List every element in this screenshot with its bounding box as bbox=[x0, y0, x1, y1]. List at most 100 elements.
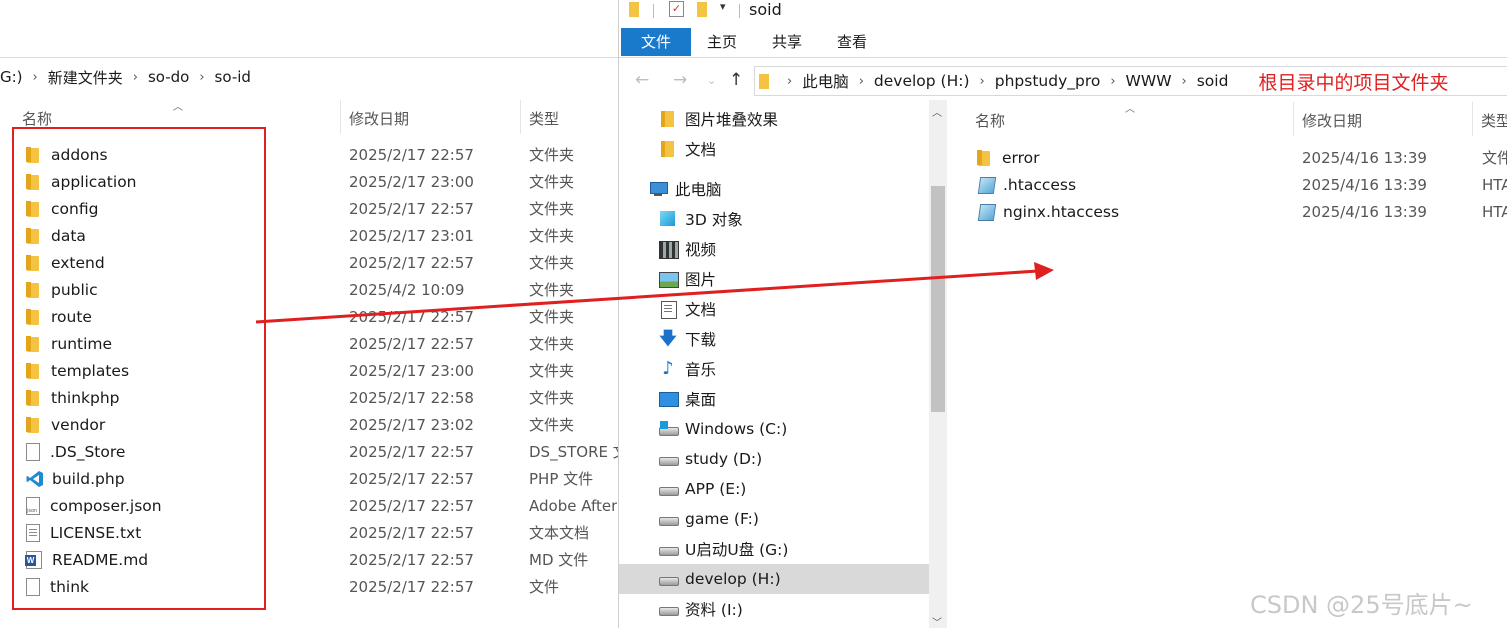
column-date-header[interactable]: 修改日期 bbox=[1302, 110, 1362, 131]
music-icon: ♪ bbox=[662, 358, 674, 379]
file-type: 文件夹 bbox=[529, 281, 575, 299]
folder-icon bbox=[659, 141, 677, 157]
breadcrumb-segment[interactable]: WWW bbox=[1126, 72, 1172, 90]
nav-item[interactable]: 资料 (I:) bbox=[619, 594, 929, 624]
file-type: 文件 bbox=[529, 578, 560, 596]
nav-item[interactable]: 🡇 下载 bbox=[619, 324, 929, 354]
breadcrumb-segment[interactable]: phpstudy_pro bbox=[995, 72, 1101, 90]
file-date: 2025/2/17 22:57 bbox=[349, 550, 474, 569]
ribbon-tabs: 文件 主页 共享 查看 bbox=[619, 28, 1507, 58]
annotation-text: 根目录中的项目文件夹 bbox=[1258, 71, 1449, 94]
nav-item[interactable]: APP (E:) bbox=[619, 474, 929, 504]
column-divider[interactable] bbox=[340, 100, 341, 134]
nav-item[interactable]: 视频 bbox=[619, 234, 929, 264]
breadcrumb-segment[interactable]: develop (H:) bbox=[874, 72, 970, 90]
nav-scrollbar[interactable]: ︿ ﹀ bbox=[929, 100, 947, 628]
file-row[interactable]: .htaccess 2025/4/16 13:39 HTA bbox=[977, 171, 1507, 198]
nav-item[interactable]: develop (H:) bbox=[619, 564, 929, 594]
nav-item[interactable]: Windows (C:) bbox=[619, 414, 929, 444]
tab-share[interactable]: 共享 bbox=[764, 28, 810, 56]
nav-item[interactable]: study (D:) bbox=[619, 444, 929, 474]
nav-item-label: 视频 bbox=[685, 241, 717, 259]
nav-item-label: 文档 bbox=[685, 301, 717, 319]
column-divider[interactable] bbox=[1293, 102, 1294, 136]
file-name-cell: nginx.htaccess bbox=[977, 203, 1119, 221]
nav-item[interactable]: 此电脑 bbox=[619, 174, 929, 204]
file-type: 文件 bbox=[1482, 149, 1507, 167]
file-type: 文件夹 bbox=[529, 362, 575, 380]
file-type: 文件夹 bbox=[529, 173, 575, 191]
nav-item[interactable]: 图片 bbox=[619, 264, 929, 294]
tab-home[interactable]: 主页 bbox=[699, 28, 745, 56]
column-type-header[interactable]: 类型 bbox=[1481, 110, 1507, 131]
nav-item[interactable]: 文档 bbox=[619, 134, 929, 164]
file-type: 文件夹 bbox=[529, 200, 575, 218]
chevron-right-icon: › bbox=[132, 69, 138, 85]
scroll-up-icon[interactable]: ︿ bbox=[932, 104, 942, 119]
properties-icon[interactable]: ✓ bbox=[669, 1, 684, 17]
file-date: 2025/2/17 23:01 bbox=[349, 226, 474, 245]
back-arrow-icon[interactable]: ← bbox=[635, 70, 649, 90]
scroll-down-icon[interactable]: ﹀ bbox=[932, 614, 942, 628]
nav-item[interactable]: 3D 对象 bbox=[619, 204, 929, 234]
nav-item-label: 图片 bbox=[685, 271, 717, 289]
file-type: MD 文件 bbox=[529, 551, 589, 569]
file-type: HTA bbox=[1482, 175, 1507, 194]
column-name-header[interactable]: 名称 bbox=[975, 110, 1005, 131]
column-divider[interactable] bbox=[1472, 102, 1473, 136]
column-date-header[interactable]: 修改日期 bbox=[349, 108, 409, 129]
address-row: ← → ⌄ ↑ › 此电脑 › develop (H:) › phpstudy_… bbox=[619, 64, 1507, 98]
file-date: 2025/2/17 22:57 bbox=[349, 469, 474, 488]
nav-item-label: study (D:) bbox=[685, 450, 763, 468]
breadcrumb-segment[interactable]: soid bbox=[1197, 72, 1229, 90]
tab-view[interactable]: 查看 bbox=[829, 28, 875, 56]
drive-icon bbox=[659, 481, 679, 497]
column-divider[interactable] bbox=[520, 100, 521, 134]
right-breadcrumb[interactable]: › 此电脑 › develop (H:) › phpstudy_pro › WW… bbox=[754, 66, 1507, 96]
file-type: PHP 文件 bbox=[529, 470, 594, 488]
nav-item-label: 3D 对象 bbox=[685, 211, 743, 229]
file-type: 文件夹 bbox=[529, 389, 575, 407]
breadcrumb-segment[interactable]: G:) bbox=[0, 68, 23, 86]
breadcrumb-segment[interactable]: so-do bbox=[148, 68, 189, 86]
nav-item-label: 桌面 bbox=[685, 391, 717, 409]
nav-item[interactable]: game (F:) bbox=[619, 504, 929, 534]
breadcrumb-segment[interactable]: 此电脑 bbox=[802, 70, 849, 92]
nav-item[interactable]: 桌面 bbox=[619, 384, 929, 414]
recent-locations-icon[interactable]: ⌄ bbox=[707, 74, 716, 87]
right-explorer-window: ✓ ▾ soid 文件 主页 共享 查看 ← → ⌄ ↑ › 此电脑 › dev… bbox=[618, 0, 1507, 628]
left-breadcrumb[interactable]: G:) › 新建文件夹 › so-do › so-id bbox=[0, 62, 618, 92]
scroll-thumb[interactable] bbox=[931, 186, 945, 412]
nav-item-label: 图片堆叠效果 bbox=[685, 111, 779, 129]
nav-item[interactable]: 图片堆叠效果 bbox=[619, 104, 929, 134]
file-type: 文件夹 bbox=[529, 335, 575, 353]
drive-icon bbox=[659, 541, 679, 557]
divider bbox=[739, 4, 740, 18]
nav-item[interactable]: ♪ 音乐 bbox=[619, 354, 929, 384]
up-arrow-icon[interactable]: ↑ bbox=[729, 70, 743, 90]
sort-ascending-icon: ︿ bbox=[1125, 104, 1135, 115]
folder-icon bbox=[629, 2, 639, 17]
file-row[interactable]: nginx.htaccess 2025/4/16 13:39 HTA bbox=[977, 198, 1507, 225]
nav-item-label: develop (H:) bbox=[685, 570, 781, 588]
breadcrumb-segment[interactable]: 新建文件夹 bbox=[48, 67, 123, 88]
forward-arrow-icon[interactable]: → bbox=[673, 70, 687, 90]
nav-item[interactable]: 文档 bbox=[619, 294, 929, 324]
file-row[interactable]: error 2025/4/16 13:39 文件 bbox=[977, 144, 1507, 171]
nav-item[interactable]: U启动U盘 (G:) bbox=[619, 534, 929, 564]
customize-toolbar-icon[interactable]: ▾ bbox=[720, 0, 726, 13]
chevron-right-icon: › bbox=[1181, 73, 1187, 89]
htaccess-icon bbox=[977, 177, 995, 193]
column-type-header[interactable]: 类型 bbox=[529, 108, 559, 129]
highlight-box bbox=[12, 127, 266, 610]
file-type: 文件夹 bbox=[529, 416, 575, 434]
file-type: DS_STORE 文 bbox=[529, 443, 628, 461]
file-type: HTA bbox=[1482, 202, 1507, 221]
column-name-header[interactable]: 名称 bbox=[22, 108, 52, 129]
file-name: error bbox=[1002, 148, 1040, 167]
breadcrumb-segment[interactable]: so-id bbox=[215, 68, 251, 86]
new-folder-icon[interactable] bbox=[697, 2, 707, 17]
file-date: 2025/4/16 13:39 bbox=[1302, 175, 1427, 194]
tab-file[interactable]: 文件 bbox=[621, 28, 691, 56]
file-name-cell: .htaccess bbox=[977, 176, 1076, 194]
